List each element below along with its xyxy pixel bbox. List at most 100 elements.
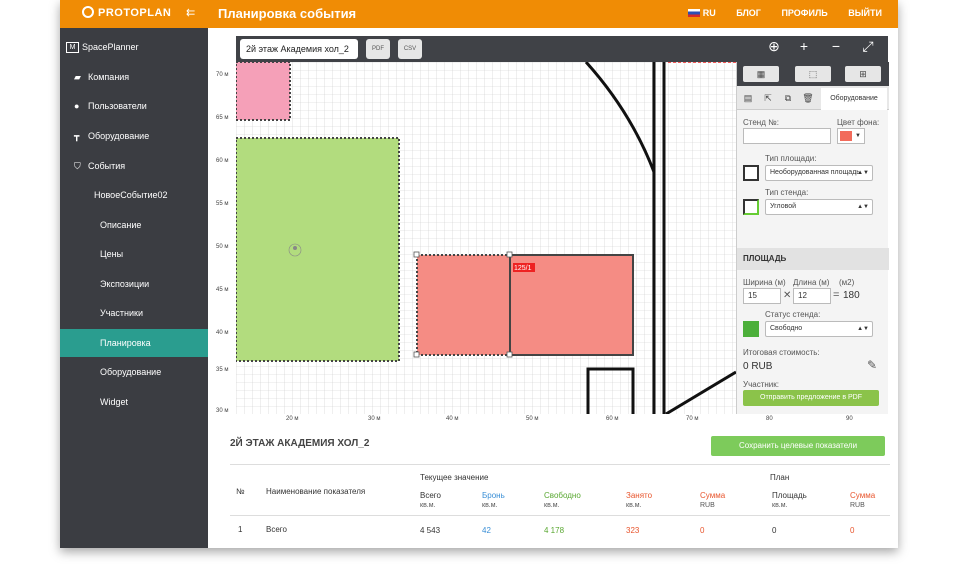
edit-icon[interactable]: ✎	[867, 358, 877, 372]
sidebar-brand-label: SpacePlanner	[82, 42, 139, 52]
sidebar-item-label: Widget	[100, 397, 129, 407]
sidebar-item-participants[interactable]: Участники	[60, 299, 208, 327]
collapse-sidebar-icon[interactable]: ⇇	[186, 6, 195, 19]
y-tick: 70 м	[216, 72, 229, 78]
y-tick: 35 м	[216, 367, 229, 373]
bg-color-swatch	[840, 131, 852, 141]
zoom-in-icon[interactable]: +	[794, 38, 814, 54]
floor-plan-canvas[interactable]: 125/1	[236, 62, 736, 414]
export-pdf-button[interactable]: PDF	[366, 39, 390, 59]
top-nav: RU БЛОГ ПРОФИЛЬ ВЫЙТИ	[670, 8, 882, 18]
y-tick: 40 м	[216, 330, 229, 336]
sidebar-item-events[interactable]: ⛉ События	[60, 152, 208, 180]
length-input[interactable]: 12	[793, 288, 831, 304]
col-name: Наименование показателя	[266, 487, 366, 496]
app-window: PROTOPLAN ⇇ Планировка события RU БЛОГ П…	[60, 0, 898, 548]
y-tick: 65 м	[216, 115, 229, 121]
cost-label: Итоговая стоимость:	[743, 348, 820, 357]
stand-type-label: Тип стенда:	[765, 188, 809, 197]
spaceplanner-icon: M	[66, 42, 79, 53]
stand-pink[interactable]	[236, 62, 291, 121]
stand-label: 125/1	[514, 265, 532, 272]
row-value: 4 178	[544, 526, 565, 535]
sidebar-item-label: Компания	[88, 72, 130, 82]
y-axis: 70 м 65 м 60 м 55 м 50 м 45 м 40 м 35 м …	[208, 62, 236, 414]
zoom-fit-icon[interactable]: ⊕	[764, 38, 784, 55]
participant-label: Участник:	[743, 380, 779, 389]
selection-handle[interactable]	[413, 251, 420, 258]
sidebar-item-label: Экспозиции	[100, 279, 150, 289]
panel-tabs: ▤ ⇱ ⧉ 🗑 Оборудование	[737, 86, 889, 110]
send-pdf-button[interactable]: Отправить предложение в PDF	[743, 390, 879, 406]
row-divider	[230, 515, 890, 516]
nav-logout[interactable]: ВЫЙТИ	[848, 8, 882, 18]
sidebar-item-equipment-sub[interactable]: Оборудование	[60, 358, 208, 386]
grid-tool-icon[interactable]: ▦	[743, 66, 779, 82]
sidebar-item-equipment[interactable]: ┳ Оборудование	[60, 122, 208, 150]
col-header: Занято	[626, 491, 653, 500]
sidebar-item-widget[interactable]: Widget	[60, 388, 208, 416]
tab-equipment[interactable]: Оборудование	[821, 88, 887, 110]
sidebar-item-description[interactable]: Описание	[60, 211, 208, 239]
col-unit: кв.м.	[772, 502, 788, 509]
panel-tools: ▦ ⬚ ⊞	[737, 62, 889, 86]
sidebar-item-label: Пользователи	[88, 101, 147, 111]
row-no: 1	[238, 525, 243, 534]
fullscreen-icon[interactable]: ⤢	[858, 38, 878, 55]
sidebar-item-label: События	[88, 161, 126, 171]
export-csv-button[interactable]: CSV	[398, 39, 422, 59]
stand-type-select[interactable]: Угловой ▲▼	[765, 199, 873, 215]
sidebar-item-label: Оборудование	[88, 131, 150, 141]
add-stand-icon[interactable]: ⊞	[845, 66, 881, 82]
sidebar-item-layout[interactable]: Планировка	[60, 329, 208, 357]
language-switch[interactable]: RU	[687, 8, 716, 18]
col-header: Сумма	[700, 491, 726, 500]
status-select[interactable]: Свободно ▲▼	[765, 321, 873, 337]
row-value: 0	[850, 526, 855, 535]
area-type-select[interactable]: Необорудованная площадь ▲▼	[765, 165, 873, 181]
row-value: 4 543	[420, 526, 441, 535]
floor-title: 2Й ЭТАЖ АКАДЕМИЯ ХОЛ_2	[230, 438, 370, 449]
selection-handle[interactable]	[413, 351, 420, 358]
row-value: 323	[626, 526, 640, 535]
nav-profile[interactable]: ПРОФИЛЬ	[781, 8, 827, 18]
draw-stand-icon[interactable]: ⬚	[795, 66, 831, 82]
stand-green[interactable]	[236, 137, 400, 362]
nav-blog[interactable]: БЛОГ	[736, 8, 761, 18]
event-name-label: НовоеСобытие02	[94, 190, 168, 200]
sidebar-item-users[interactable]: ● Пользователи	[60, 92, 208, 120]
stand-red-left[interactable]	[416, 254, 511, 356]
floor-select[interactable]: 2й этаж Академия хол_2	[240, 39, 358, 59]
bg-color-picker[interactable]: ▼	[837, 128, 865, 144]
sidebar-item-event-name[interactable]: НовоеСобытие02	[60, 181, 208, 209]
statistics-area: 2Й ЭТАЖ АКАДЕМИЯ ХОЛ_2 Сохранить целевые…	[208, 420, 898, 548]
sidebar-item-company[interactable]: ▰ Компания	[60, 63, 208, 91]
width-input[interactable]: 15	[743, 288, 781, 304]
sidebar-item-expositions[interactable]: Экспозиции	[60, 270, 208, 298]
app-logo[interactable]: PROTOPLAN	[82, 6, 171, 19]
row-value: 0	[772, 526, 777, 535]
col-header: Бронь	[482, 491, 505, 500]
tab-move-icon[interactable]: ⇱	[761, 91, 775, 105]
y-tick: 60 м	[216, 158, 229, 164]
y-tick: 55 м	[216, 201, 229, 207]
tab-copy-icon[interactable]: ⧉	[781, 91, 795, 105]
chevron-down-icon: ▲▼	[857, 204, 869, 210]
col-unit: кв.м.	[544, 502, 560, 509]
user-icon: ●	[74, 101, 80, 111]
stand-no-input[interactable]	[743, 128, 831, 144]
col-header: Всего	[420, 491, 441, 500]
sidebar-item-label: Оборудование	[100, 367, 162, 377]
sidebar-brand[interactable]: M SpacePlanner	[60, 33, 208, 61]
tab-stand-icon[interactable]: ▤	[741, 91, 755, 105]
briefcase-icon: ▰	[74, 72, 81, 82]
workspace: 2й этаж Академия хол_2 PDF CSV ⊕ + − ⤢ 7…	[208, 28, 898, 428]
selection-handle[interactable]	[506, 251, 513, 258]
sidebar-item-prices[interactable]: Цены	[60, 240, 208, 268]
status-swatch	[743, 321, 759, 337]
save-targets-button[interactable]: Сохранить целевые показатели	[711, 436, 885, 456]
zoom-out-icon[interactable]: −	[826, 38, 846, 54]
selection-handle[interactable]	[506, 351, 513, 358]
tab-delete-icon[interactable]: 🗑	[801, 91, 815, 105]
m2-label: (м2)	[839, 278, 855, 287]
